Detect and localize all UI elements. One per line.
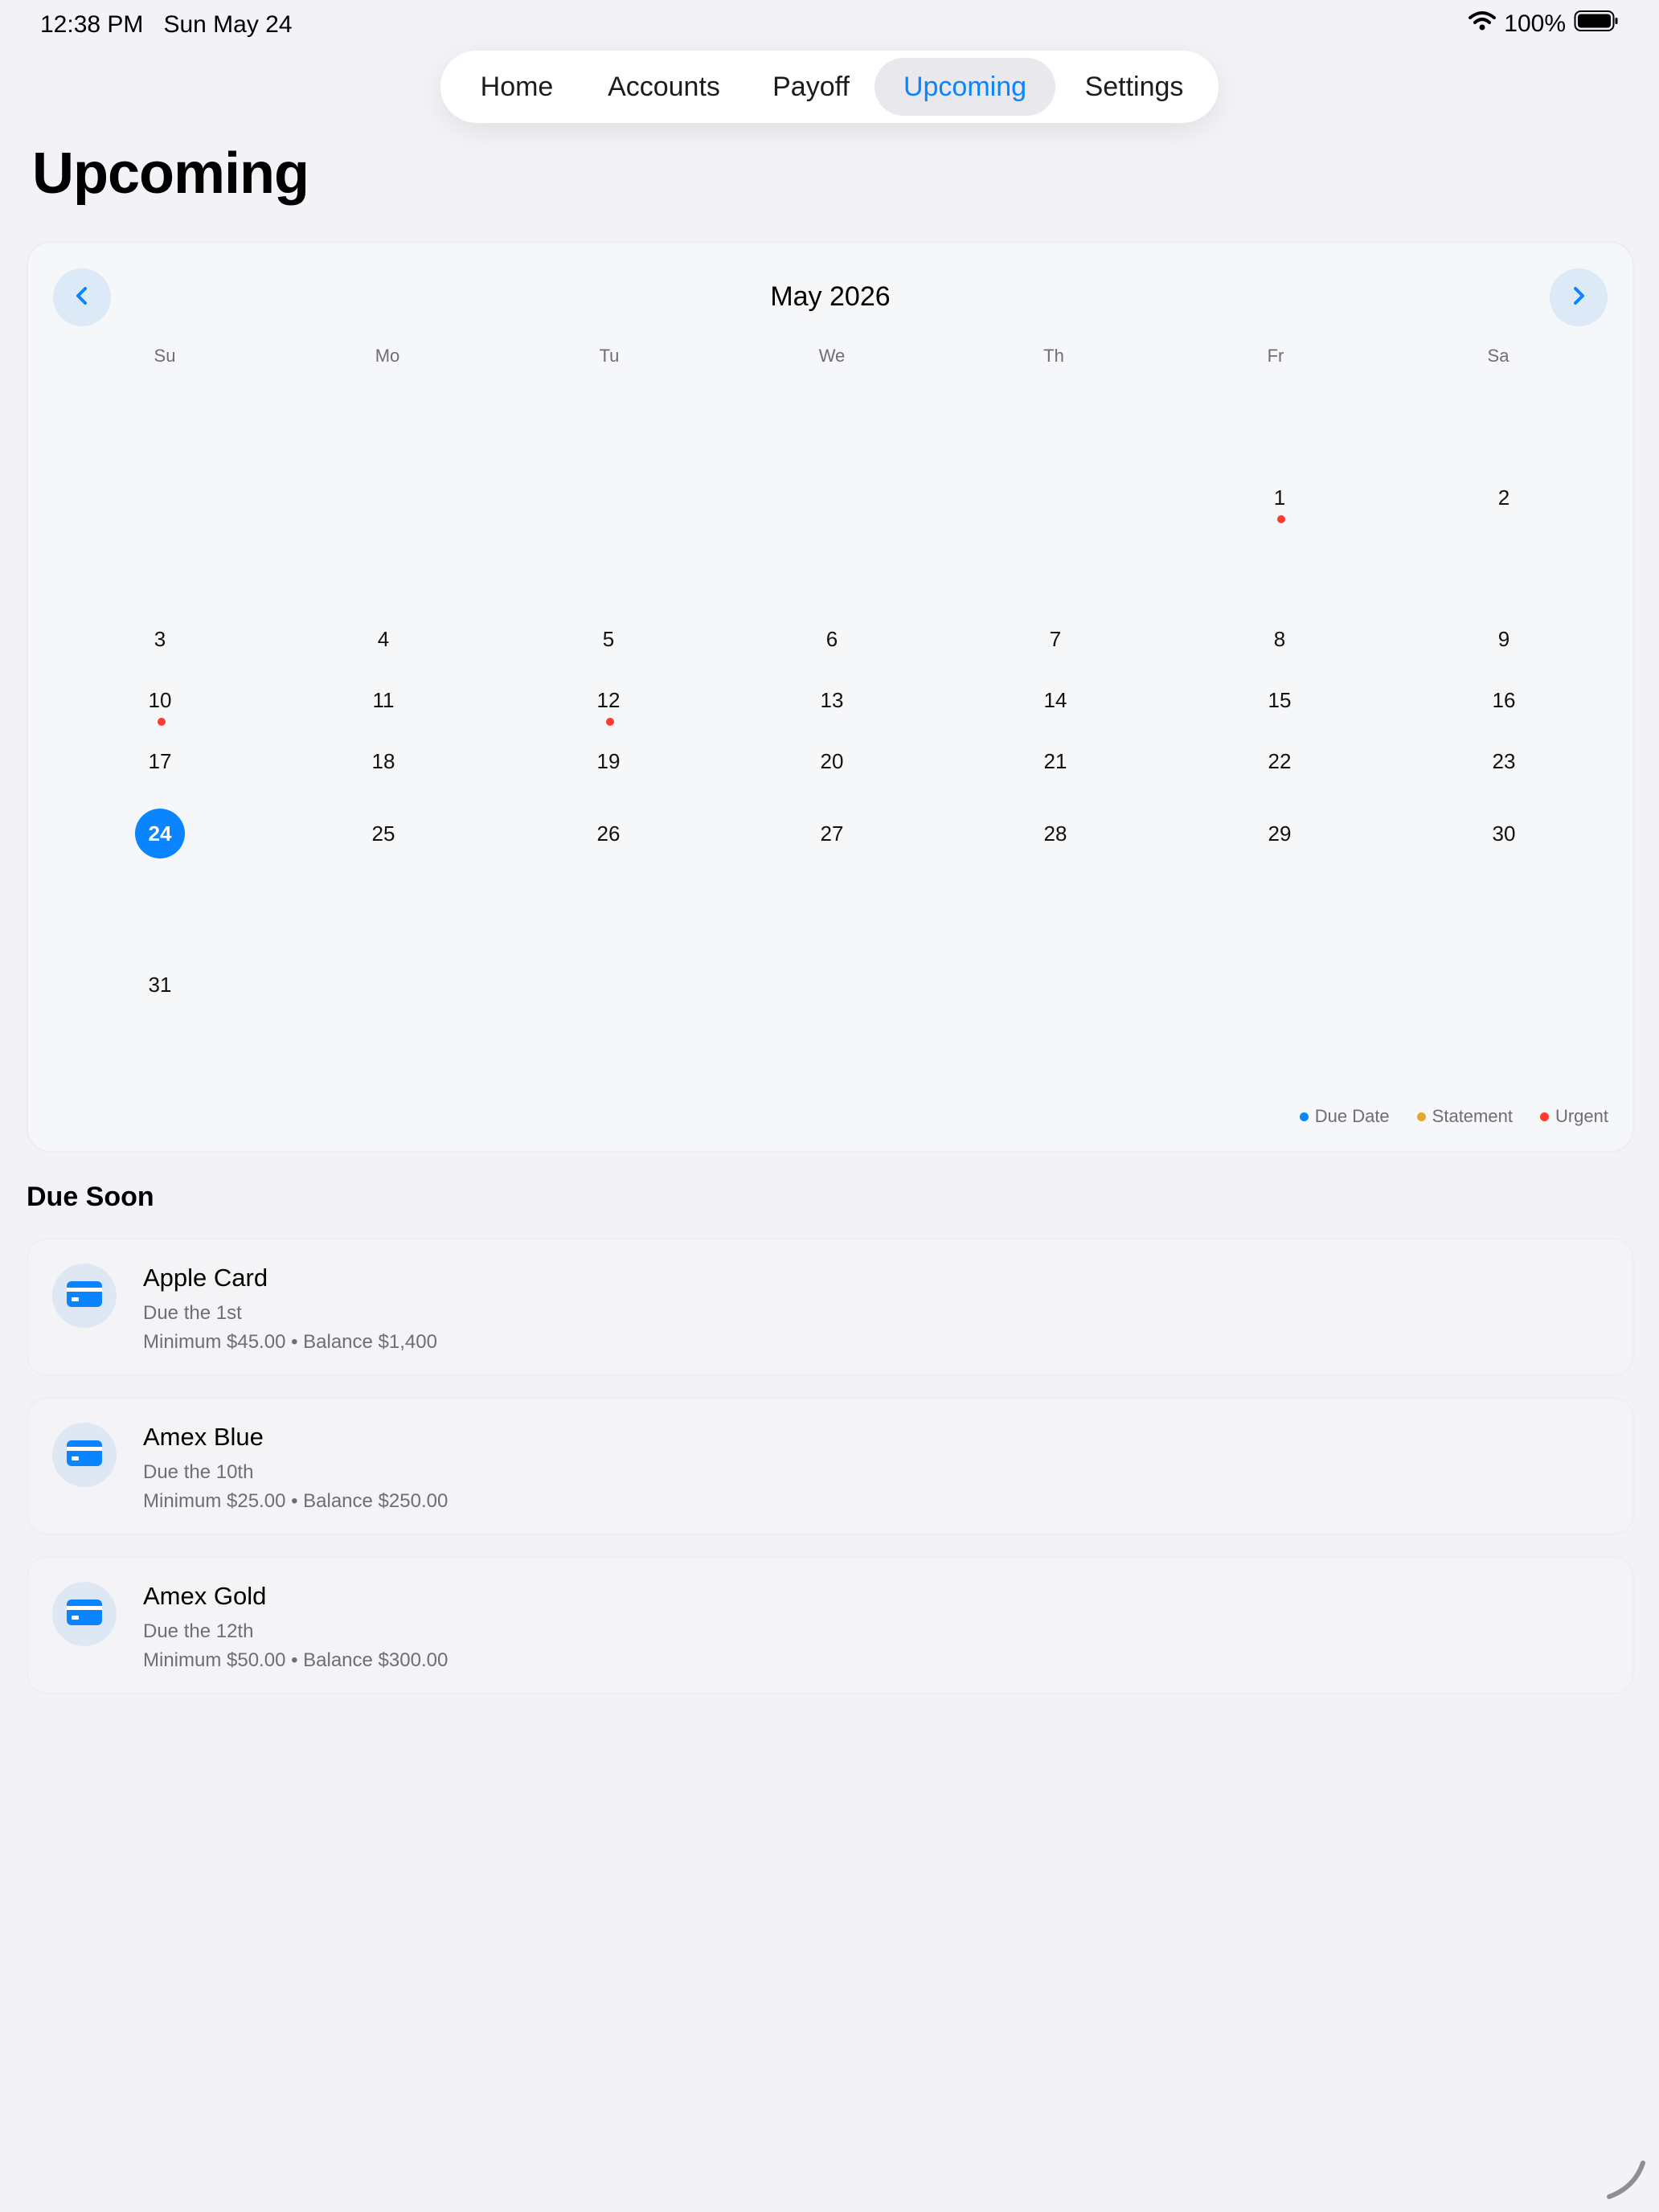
calendar-day-6[interactable]: 6: [800, 627, 864, 652]
legend-dot-statement: [1416, 1112, 1426, 1121]
calendar-day-23[interactable]: 23: [1472, 749, 1536, 774]
legend-dot-urgent: [1539, 1112, 1549, 1121]
calendar-day-14[interactable]: 14: [1023, 688, 1088, 713]
urgent-dot: [1277, 515, 1285, 523]
status-bar-time: 12:38 PM Sun May 24: [40, 11, 293, 39]
card-name: Amex Gold: [143, 1582, 267, 1610]
credit-card-icon: [66, 1599, 103, 1630]
card-minimum-balance: Minimum $25.00 • Balance $250.00: [143, 1490, 449, 1512]
calendar-day-1[interactable]: 1: [1247, 485, 1312, 510]
calendar-day-19[interactable]: 19: [576, 749, 641, 774]
calendar-day-4[interactable]: 4: [351, 627, 416, 652]
legend-label-urgent: Urgent: [1555, 1106, 1608, 1126]
status-bar-right: 100%: [1469, 10, 1619, 39]
credit-card-icon: [66, 1440, 103, 1471]
next-month-button[interactable]: [1550, 268, 1608, 326]
calendar-day-today[interactable]: 24: [135, 809, 185, 858]
status-date: Sun May 24: [163, 11, 293, 38]
weekday-fr: Fr: [1267, 346, 1284, 366]
chevron-right-icon: [1567, 285, 1590, 311]
calendar-day-21[interactable]: 21: [1023, 749, 1088, 774]
weekday-mo: Mo: [375, 346, 400, 366]
calendar-day-27[interactable]: 27: [800, 821, 864, 846]
due-item-amex-gold[interactable]: Amex Gold Due the 12th Minimum $50.00 • …: [27, 1556, 1634, 1694]
battery-percent: 100%: [1504, 10, 1566, 37]
calendar-day-8[interactable]: 8: [1247, 627, 1312, 652]
calendar-day-30[interactable]: 30: [1472, 821, 1536, 846]
calendar-day-13[interactable]: 13: [800, 688, 864, 713]
card-name: Amex Blue: [143, 1423, 264, 1451]
tab-payoff[interactable]: Payoff: [751, 58, 871, 116]
calendar-day-25[interactable]: 25: [351, 821, 416, 846]
calendar-legend: Due Date Statement Urgent: [1299, 1106, 1608, 1127]
weekday-sa: Sa: [1487, 346, 1509, 366]
legend-statement: Statement: [1416, 1106, 1513, 1127]
calendar-day-11[interactable]: 11: [351, 688, 416, 713]
resize-handle-icon: [1603, 2155, 1651, 2207]
tab-bar: Home Accounts Payoff Upcoming Settings: [440, 51, 1219, 123]
calendar-day-15[interactable]: 15: [1247, 688, 1312, 713]
calendar-day-22[interactable]: 22: [1247, 749, 1312, 774]
status-time: 12:38 PM: [40, 11, 144, 38]
calendar-day-28[interactable]: 28: [1023, 821, 1088, 846]
weekday-th: Th: [1043, 346, 1064, 366]
tab-settings[interactable]: Settings: [1061, 58, 1207, 116]
urgent-dot: [606, 718, 614, 726]
page-title: Upcoming: [32, 141, 309, 206]
calendar-day-16[interactable]: 16: [1472, 688, 1536, 713]
card-name: Apple Card: [143, 1264, 268, 1292]
tab-home[interactable]: Home: [457, 58, 577, 116]
calendar-day-12[interactable]: 12: [576, 688, 641, 713]
month-title: May 2026: [770, 281, 891, 312]
calendar-day-26[interactable]: 26: [576, 821, 641, 846]
legend-dot-due-date: [1299, 1112, 1309, 1121]
calendar-day-31[interactable]: 31: [128, 973, 192, 997]
due-item-apple-card[interactable]: Apple Card Due the 1st Minimum $45.00 • …: [27, 1238, 1634, 1376]
card-due-date: Due the 12th: [143, 1620, 254, 1642]
calendar-day-18[interactable]: 18: [351, 749, 416, 774]
weekday-su: Su: [154, 346, 176, 366]
urgent-dot: [158, 718, 166, 726]
card-due-date: Due the 1st: [143, 1302, 242, 1324]
calendar-day-17[interactable]: 17: [128, 749, 192, 774]
calendar-day-10[interactable]: 10: [128, 688, 192, 713]
battery-icon: [1574, 10, 1619, 39]
card-minimum-balance: Minimum $50.00 • Balance $300.00: [143, 1649, 449, 1671]
legend-due-date: Due Date: [1299, 1106, 1390, 1127]
card-icon-badge: [52, 1264, 117, 1328]
tab-upcoming[interactable]: Upcoming: [875, 58, 1055, 116]
tab-accounts[interactable]: Accounts: [584, 58, 744, 116]
calendar-day-2[interactable]: 2: [1472, 485, 1536, 510]
card-minimum-balance: Minimum $45.00 • Balance $1,400: [143, 1331, 437, 1353]
legend-label-due-date: Due Date: [1314, 1106, 1390, 1126]
card-due-date: Due the 10th: [143, 1461, 254, 1483]
calendar-day-29[interactable]: 29: [1247, 821, 1312, 846]
credit-card-icon: [66, 1280, 103, 1312]
weekday-we: We: [818, 346, 846, 366]
due-soon-title: Due Soon: [27, 1182, 154, 1212]
weekday-tu: Tu: [599, 346, 620, 366]
card-icon-badge: [52, 1582, 117, 1646]
wifi-icon: [1469, 10, 1497, 38]
calendar-day-3[interactable]: 3: [128, 627, 192, 652]
calendar-card: May 2026 Due Date Statement Urgent Su Mo T…: [27, 241, 1634, 1153]
calendar-day-9[interactable]: 9: [1472, 627, 1536, 652]
card-icon-badge: [52, 1423, 117, 1487]
calendar-day-5[interactable]: 5: [576, 627, 641, 652]
legend-label-statement: Statement: [1432, 1106, 1513, 1126]
calendar-day-7[interactable]: 7: [1023, 627, 1088, 652]
due-item-amex-blue[interactable]: Amex Blue Due the 10th Minimum $25.00 • …: [27, 1397, 1634, 1535]
legend-urgent: Urgent: [1539, 1106, 1608, 1127]
calendar-day-20[interactable]: 20: [800, 749, 864, 774]
